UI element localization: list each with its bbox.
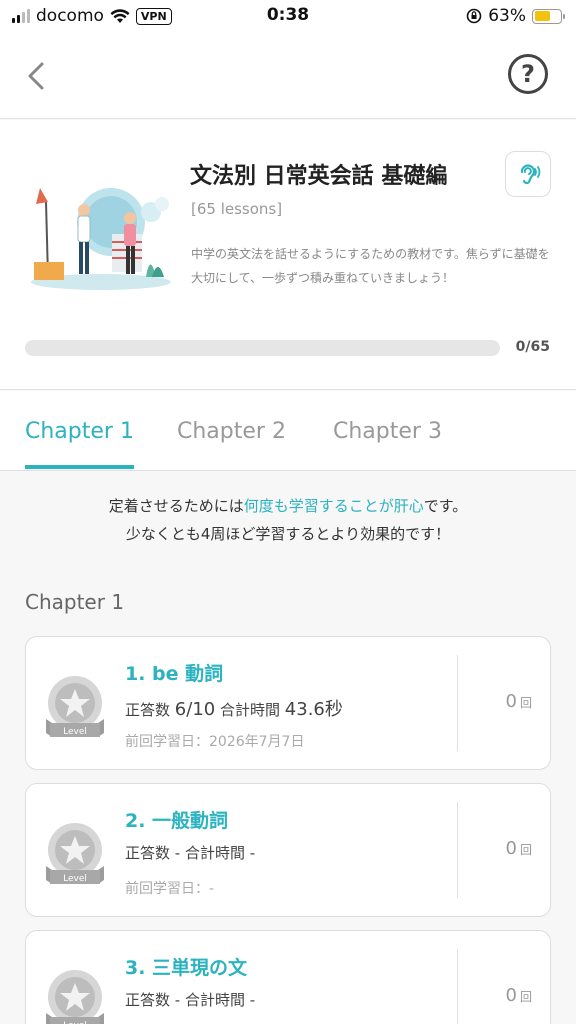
back-chevron-icon[interactable]: [22, 56, 52, 96]
lesson-count: [65 lessons]: [191, 200, 283, 218]
count-unit: 回: [519, 990, 532, 1004]
correct-value: -: [174, 991, 181, 1009]
last-study-date: 前回学習日：-: [125, 881, 215, 897]
correct-value: 6/10: [174, 699, 216, 720]
count-value: 0: [505, 838, 517, 859]
lesson-stats: 正答数 6/10 合計時間 43.6秒: [125, 695, 343, 721]
chapter-tabs: Chapter 1 Chapter 2 Chapter 3: [0, 391, 576, 471]
study-count: 0回: [506, 838, 532, 859]
count-value: 0: [505, 985, 517, 1006]
correct-label: 正答数: [125, 701, 171, 719]
time-label: 合計時間: [220, 701, 281, 719]
correct-value: -: [174, 844, 181, 862]
course-illustration: [31, 188, 171, 290]
study-notice: 定着させるためには何度も学習することが肝心です。 少なくとも4周ほど学習するとよ…: [0, 492, 576, 548]
orientation-lock-icon: [466, 8, 482, 24]
card-divider: [457, 655, 458, 751]
listen-button[interactable]: [505, 151, 551, 197]
time-label: 合計時間: [185, 844, 246, 862]
study-count: 0回: [506, 691, 532, 712]
notice-line-2: 少なくとも4周ほど学習するとより効果的です！: [125, 525, 451, 543]
section-title: Chapter 1: [25, 590, 125, 614]
count-value: 0: [505, 691, 517, 712]
svg-text:Level: Level: [63, 874, 87, 884]
progress-text: 0/65: [515, 339, 550, 355]
time-value: -: [249, 991, 256, 1009]
lesson-card[interactable]: Level 3. 三単現の文 正答数 - 合計時間 - 0回: [25, 930, 551, 1024]
nav-bar: ?: [0, 34, 576, 119]
tab-chapter-1[interactable]: Chapter 1: [25, 419, 134, 444]
time-label: 合計時間: [185, 991, 246, 1009]
star-medal-icon: Level: [46, 676, 104, 737]
notice-highlight: 何度も学習することが肝心: [243, 497, 424, 515]
card-divider: [457, 802, 458, 898]
count-unit: 回: [519, 843, 532, 857]
last-study-date: 前回学習日：2026年7月7日: [125, 734, 305, 750]
card-divider: [457, 949, 458, 1024]
time-value: -: [249, 844, 256, 862]
tab-chapter-2[interactable]: Chapter 2: [177, 419, 286, 444]
study-count: 0回: [506, 985, 532, 1006]
notice-line-1: 定着させるためには何度も学習することが肝心です。: [0, 492, 576, 520]
star-medal-icon: Level: [46, 970, 104, 1024]
active-tab-indicator: [25, 465, 134, 469]
star-medal-icon: Level: [46, 823, 104, 884]
time-value: 43.6秒: [284, 699, 343, 720]
lesson-stats: 正答数 - 合計時間 -: [125, 989, 255, 1010]
notice-text: です。: [423, 497, 468, 515]
lesson-stats: 正答数 - 合計時間 -: [125, 842, 255, 863]
correct-label: 正答数: [125, 991, 171, 1009]
lesson-card[interactable]: Level 1. be 動詞 正答数 6/10 合計時間 43.6秒 前回学習日…: [25, 636, 551, 770]
help-icon[interactable]: ?: [508, 54, 548, 94]
notice-text: 定着させるためには: [108, 497, 244, 515]
course-title: 文法別 日常英会話 基礎編: [190, 164, 448, 189]
battery-icon: [532, 8, 565, 24]
status-right: 63%: [466, 6, 565, 26]
status-bar: docomo VPN 0:38 63%: [0, 0, 576, 34]
course-description: 中学の英文法を話せるようにするための教材です。焦らずに基礎を大切にして、一歩ずつ…: [191, 247, 550, 285]
lesson-title: 2. 一般動詞: [125, 810, 229, 832]
lesson-card[interactable]: Level 2. 一般動詞 正答数 - 合計時間 - 前回学習日：- 0回: [25, 783, 551, 917]
count-unit: 回: [519, 696, 532, 710]
course-header: 文法別 日常英会話 基礎編 [65 lessons] 中学の英文法を話せるように…: [0, 120, 576, 390]
lesson-title: 1. be 動詞: [125, 663, 224, 685]
svg-text:Level: Level: [63, 727, 87, 737]
tab-chapter-3[interactable]: Chapter 3: [333, 419, 442, 444]
lesson-title: 3. 三単現の文: [125, 957, 248, 979]
correct-label: 正答数: [125, 844, 171, 862]
progress-bar: [25, 340, 500, 356]
ear-icon: [520, 164, 541, 185]
battery-percent: 63%: [488, 6, 526, 26]
